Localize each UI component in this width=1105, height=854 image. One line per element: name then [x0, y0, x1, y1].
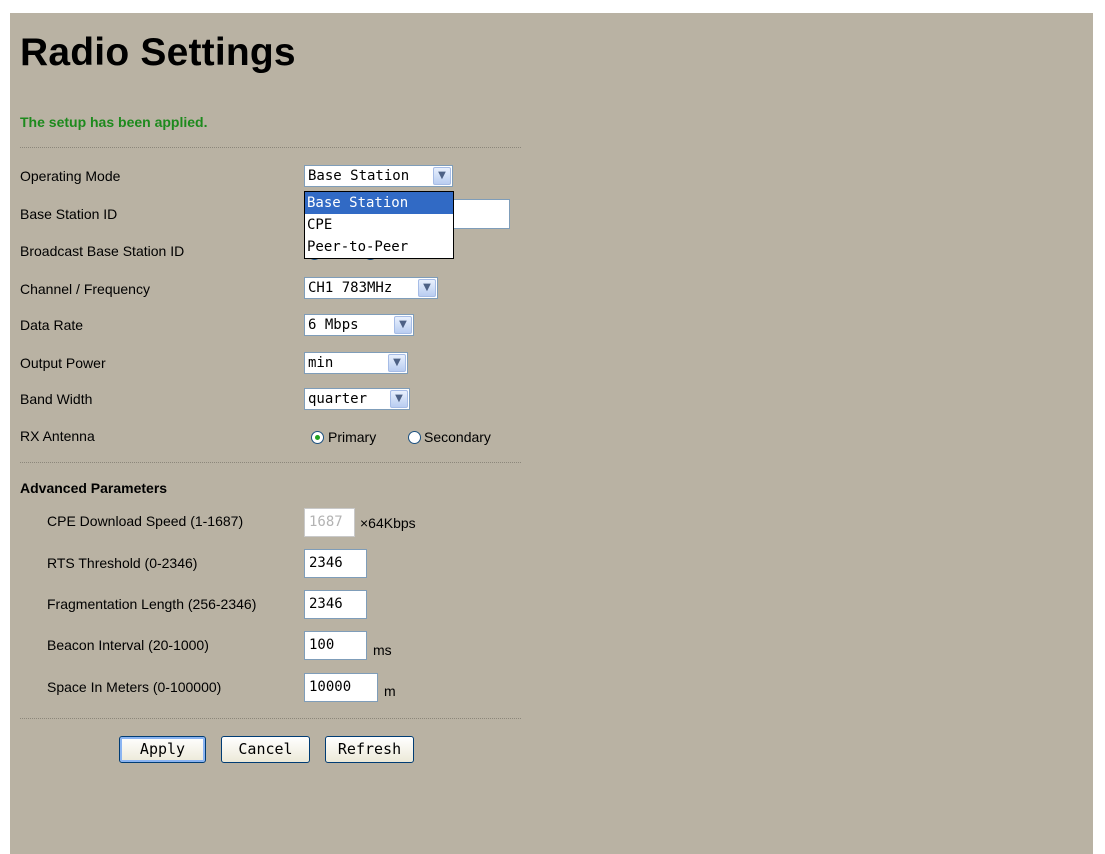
data-rate-value: 6 Mbps [308, 317, 359, 333]
space-in-meters-label: Space In Meters (0-100000) [47, 679, 222, 695]
beacon-interval-input[interactable]: 100 [304, 631, 367, 660]
data-rate-label: Data Rate [20, 317, 84, 333]
output-power-select[interactable]: min ▼ [304, 352, 408, 374]
rts-threshold-label: RTS Threshold (0-2346) [47, 555, 198, 571]
rx-antenna-label: RX Antenna [20, 428, 95, 444]
output-power-value: min [308, 355, 334, 371]
rx-antenna-primary-radio[interactable] [311, 431, 324, 444]
chevron-down-icon[interactable]: ▼ [388, 354, 406, 372]
divider [20, 147, 521, 148]
beacon-interval-unit: ms [373, 642, 392, 658]
divider [20, 718, 521, 719]
refresh-button[interactable]: Refresh [325, 736, 414, 763]
dropdown-option-cpe[interactable]: CPE [305, 214, 453, 236]
beacon-interval-label: Beacon Interval (20-1000) [47, 637, 209, 653]
band-width-select[interactable]: quarter ▼ [304, 388, 410, 410]
advanced-parameters-heading: Advanced Parameters [20, 480, 168, 496]
data-rate-select[interactable]: 6 Mbps ▼ [304, 314, 414, 336]
band-width-value: quarter [308, 391, 368, 407]
settings-panel: Radio Settings The setup has been applie… [10, 13, 1093, 854]
rx-antenna-primary-label: Primary [328, 429, 377, 445]
cancel-button[interactable]: Cancel [221, 736, 310, 763]
status-message: The setup has been applied. [20, 114, 208, 130]
operating-mode-select[interactable]: Base Station ▼ [304, 165, 453, 187]
channel-frequency-select[interactable]: CH1 783MHz ▼ [304, 277, 438, 299]
divider [20, 462, 521, 463]
rx-antenna-secondary-label: Secondary [424, 429, 491, 445]
operating-mode-value: Base Station [308, 168, 410, 184]
base-station-id-label: Base Station ID [20, 206, 118, 222]
fragmentation-length-input[interactable]: 2346 [304, 590, 367, 619]
output-power-label: Output Power [20, 355, 106, 371]
band-width-label: Band Width [20, 391, 93, 407]
broadcast-base-station-id-label: Broadcast Base Station ID [20, 243, 185, 259]
chevron-down-icon[interactable]: ▼ [418, 279, 436, 297]
chevron-down-icon[interactable]: ▼ [394, 316, 412, 334]
cpe-download-speed-unit: ×64Kbps [360, 515, 416, 531]
chevron-down-icon[interactable]: ▼ [390, 390, 408, 408]
chevron-down-icon[interactable]: ▼ [433, 167, 451, 185]
fragmentation-length-label: Fragmentation Length (256-2346) [47, 596, 257, 612]
apply-button[interactable]: Apply [119, 736, 206, 763]
cpe-download-speed-input: 1687 [304, 508, 355, 537]
dropdown-option-peer-to-peer[interactable]: Peer-to-Peer [305, 236, 453, 258]
space-in-meters-unit: m [384, 683, 396, 699]
operating-mode-dropdown-list: Base Station CPE Peer-to-Peer [304, 191, 454, 259]
page-title: Radio Settings [20, 31, 296, 74]
channel-frequency-value: CH1 783MHz [308, 280, 393, 296]
rts-threshold-input[interactable]: 2346 [304, 549, 367, 578]
rx-antenna-secondary-radio[interactable] [408, 431, 421, 444]
operating-mode-label: Operating Mode [20, 168, 121, 184]
channel-frequency-label: Channel / Frequency [20, 281, 150, 297]
dropdown-option-base-station[interactable]: Base Station [305, 192, 453, 214]
space-in-meters-input[interactable]: 10000 [304, 673, 378, 702]
cpe-download-speed-label: CPE Download Speed (1-1687) [47, 513, 244, 529]
